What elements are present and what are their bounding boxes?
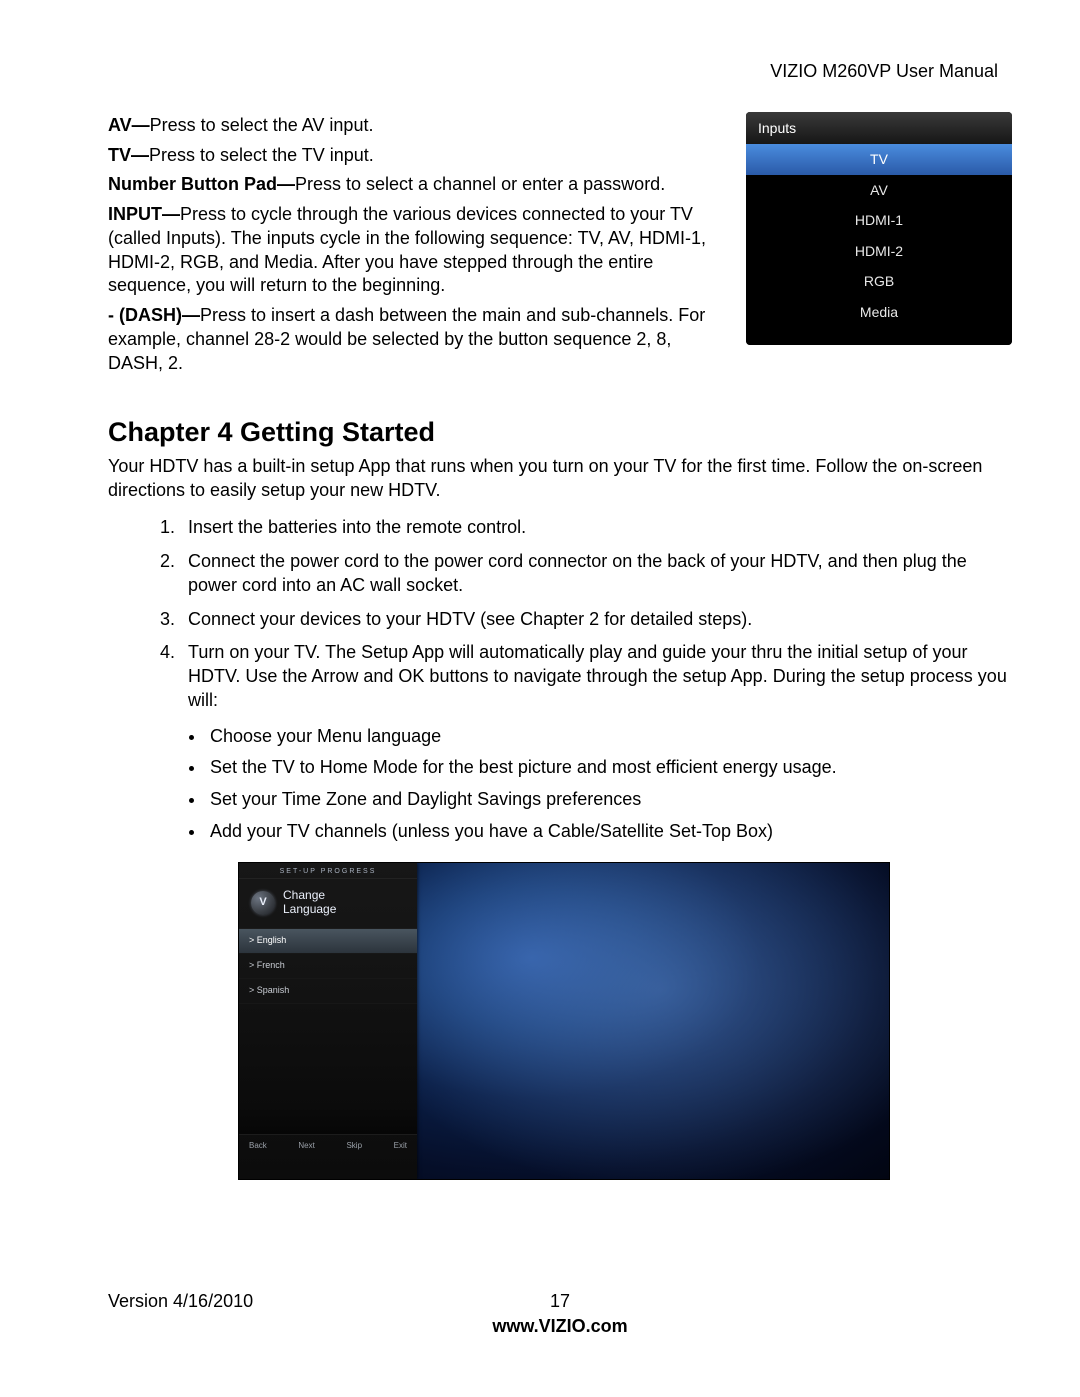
setup-substep: Set your Time Zone and Daylight Savings … — [206, 788, 1012, 812]
inputs-panel: Inputs TV AV HDMI-1 HDMI-2 RGB Media — [746, 112, 1012, 345]
setup-step: Connect the power cord to the power cord… — [180, 550, 1012, 598]
doc-title: VIZIO M260VP User Manual — [108, 60, 998, 84]
input-line: INPUT—Press to cycle through the various… — [108, 203, 720, 298]
av-line: AV—Press to select the AV input. — [108, 114, 720, 138]
vizio-logo-icon: V — [251, 891, 275, 915]
setup-substep: Choose your Menu language — [206, 725, 1012, 749]
setup-empty-space — [239, 1004, 417, 1134]
chapter-intro: Your HDTV has a built-in setup App that … — [108, 455, 1012, 503]
setup-back-button[interactable]: Back — [249, 1141, 267, 1152]
setup-steps-list: Insert the batteries into the remote con… — [108, 516, 1012, 712]
language-option-french[interactable]: > French — [239, 954, 417, 979]
setup-heading: V Change Language — [239, 879, 417, 930]
input-option-rgb[interactable]: RGB — [746, 266, 1012, 296]
input-option-media[interactable]: Media — [746, 297, 1012, 327]
manual-page: VIZIO M260VP User Manual AV—Press to sel… — [0, 0, 1080, 1397]
setup-substep: Set the TV to Home Mode for the best pic… — [206, 756, 1012, 780]
remote-functions-block: AV—Press to select the AV input. TV—Pres… — [108, 112, 1012, 382]
page-footer: Version 4/16/2010 17 www.VIZIO.com — [108, 1290, 1012, 1340]
dash-line: - (DASH)—Press to insert a dash between … — [108, 304, 720, 375]
input-option-tv[interactable]: TV — [746, 144, 1012, 174]
numpad-text: Press to select a channel or enter a pas… — [295, 174, 665, 194]
setup-step: Insert the batteries into the remote con… — [180, 516, 1012, 540]
footer-version: Version 4/16/2010 — [108, 1290, 253, 1314]
numpad-line: Number Button Pad—Press to select a chan… — [108, 173, 720, 197]
dash-label: - (DASH)— — [108, 305, 200, 325]
input-option-hdmi2[interactable]: HDMI-2 — [746, 236, 1012, 266]
av-label: AV— — [108, 115, 150, 135]
tv-line: TV—Press to select the TV input. — [108, 144, 720, 168]
tv-label: TV— — [108, 145, 149, 165]
setup-next-button[interactable]: Next — [298, 1141, 314, 1152]
input-label: INPUT— — [108, 204, 180, 224]
numpad-label: Number Button Pad— — [108, 174, 295, 194]
tv-text: Press to select the TV input. — [149, 145, 374, 165]
input-text: Press to cycle through the various devic… — [108, 204, 706, 295]
setup-app-screenshot: SET-UP PROGRESS V Change Language > Engl… — [238, 862, 890, 1180]
language-option-english[interactable]: > English — [239, 929, 417, 954]
input-option-av[interactable]: AV — [746, 175, 1012, 205]
setup-step: Connect your devices to your HDTV (see C… — [180, 608, 1012, 632]
setup-heading-text: Change Language — [283, 889, 336, 917]
remote-functions-text: AV—Press to select the AV input. TV—Pres… — [108, 112, 720, 382]
setup-substeps-list: Choose your Menu language Set the TV to … — [108, 725, 1012, 844]
setup-step: Turn on your TV. The Setup App will auto… — [180, 641, 1012, 712]
footer-url: www.VIZIO.com — [108, 1315, 1012, 1339]
av-text: Press to select the AV input. — [150, 115, 374, 135]
setup-progress-label: SET-UP PROGRESS — [239, 863, 417, 879]
setup-bottom-bar: Back Next Skip Exit — [239, 1134, 417, 1158]
setup-skip-button[interactable]: Skip — [346, 1141, 362, 1152]
input-option-hdmi1[interactable]: HDMI-1 — [746, 205, 1012, 235]
setup-heading-line1: Change — [283, 889, 336, 903]
chapter-title: Chapter 4 Getting Started — [108, 415, 1012, 451]
setup-substep: Add your TV channels (unless you have a … — [206, 820, 1012, 844]
language-option-spanish[interactable]: > Spanish — [239, 979, 417, 1004]
setup-exit-button[interactable]: Exit — [394, 1141, 407, 1152]
setup-app-sidebar: SET-UP PROGRESS V Change Language > Engl… — [239, 863, 417, 1179]
inputs-panel-title: Inputs — [746, 112, 1012, 144]
setup-heading-line2: Language — [283, 903, 336, 917]
